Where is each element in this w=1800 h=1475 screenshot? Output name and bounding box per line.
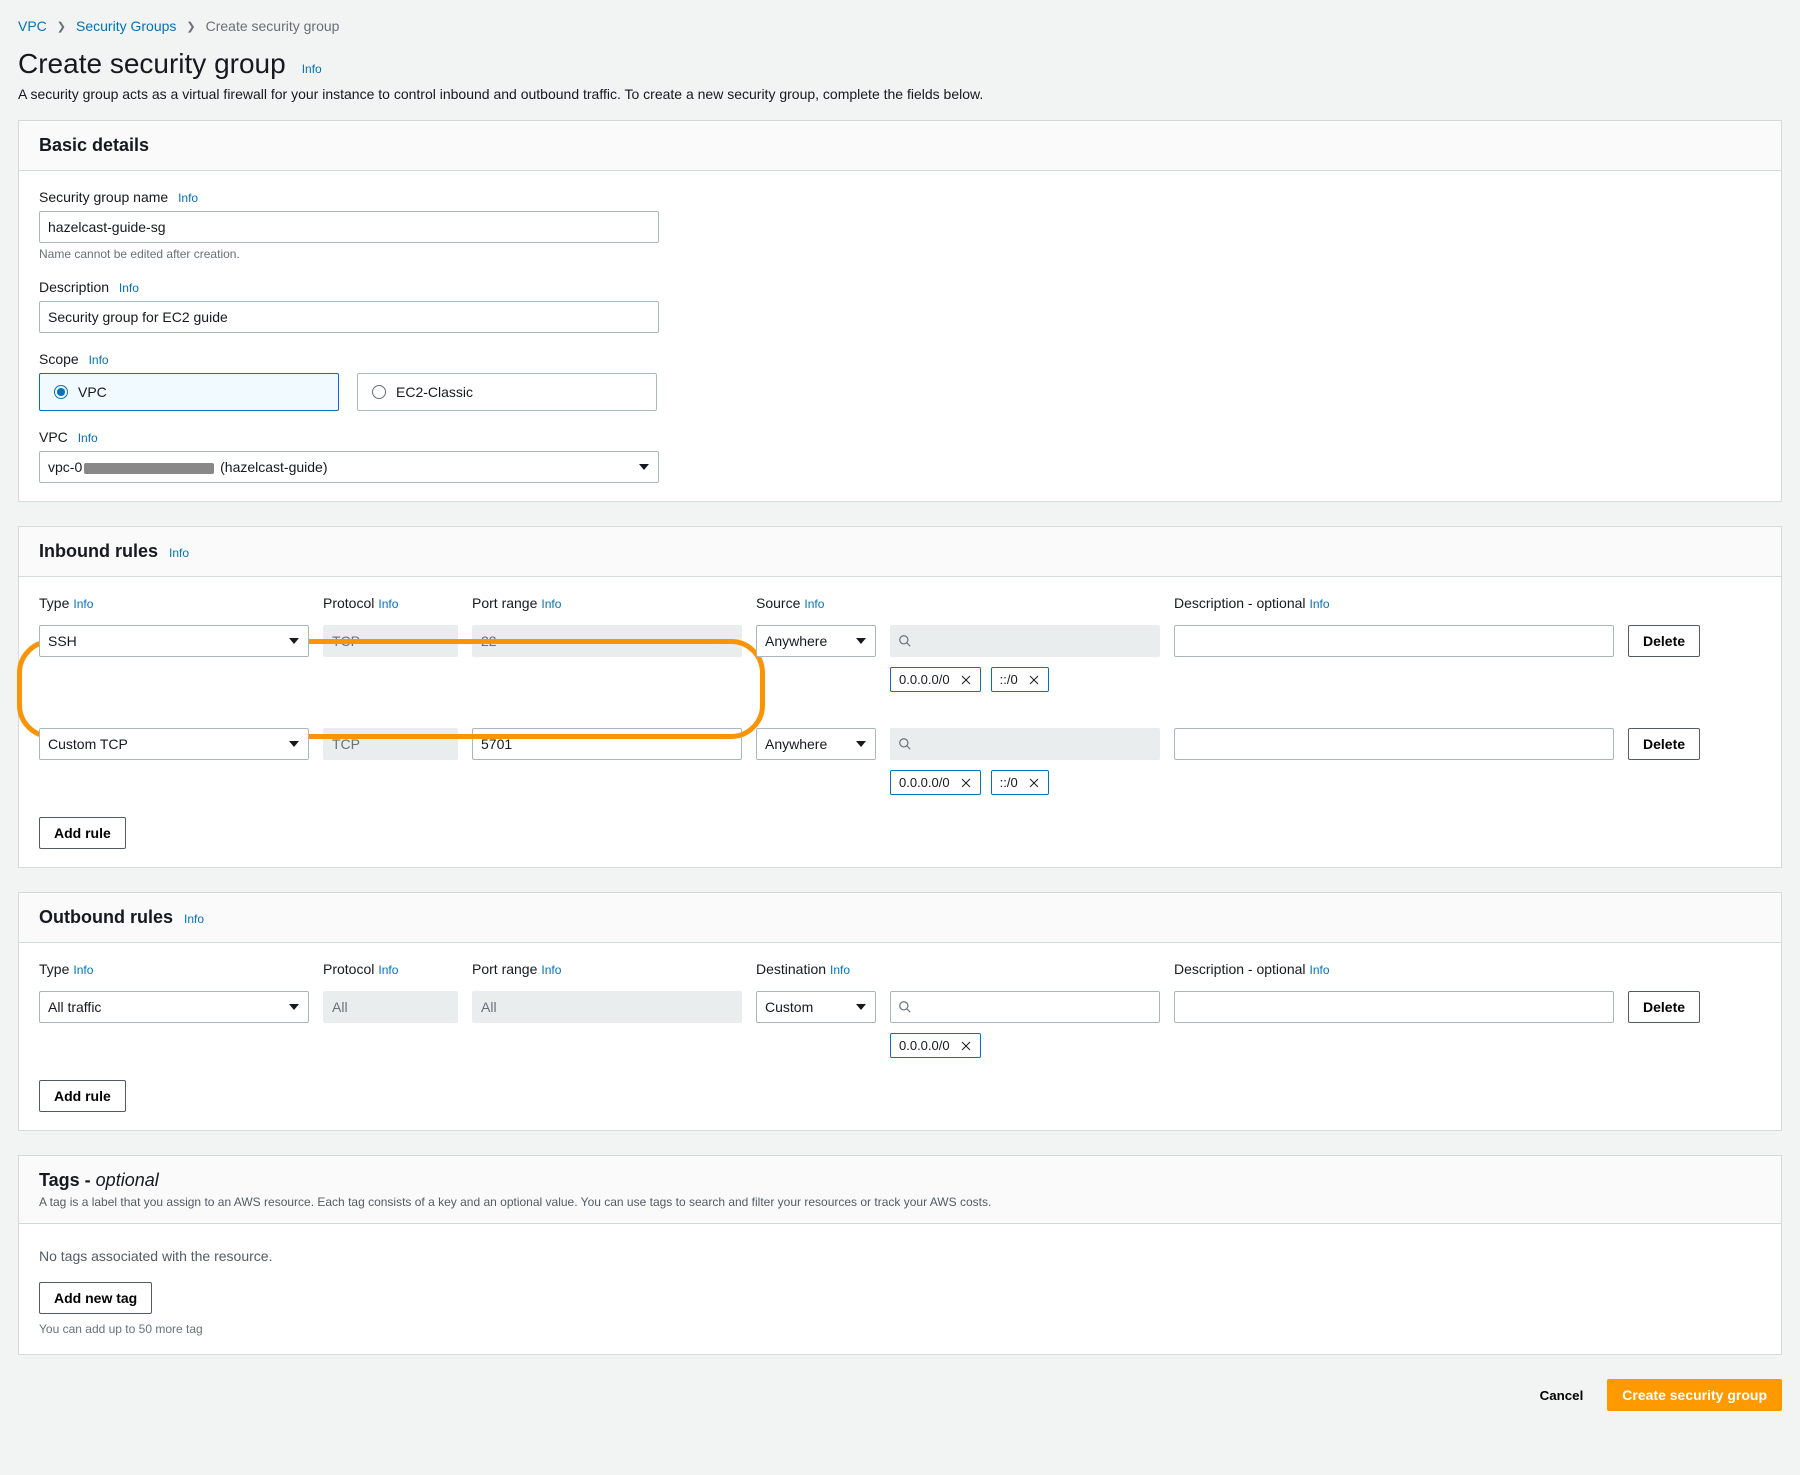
create-sg-button[interactable]: Create security group: [1607, 1379, 1782, 1411]
ocol-type: TypeInfo: [39, 961, 309, 977]
outbound-rules-panel: Outbound rules Info TypeInfo ProtocolInf…: [18, 892, 1782, 1131]
add-new-tag-button[interactable]: Add new tag: [39, 1282, 152, 1314]
tags-hint: A tag is a label that you assign to an A…: [39, 1195, 1761, 1209]
rule1-port: 22: [472, 625, 742, 657]
radio-icon: [372, 385, 386, 399]
search-icon: [898, 737, 912, 751]
rule2-delete-button[interactable]: Delete: [1628, 728, 1700, 760]
vpc-select-value: vpc-0 (hazelcast-guide): [48, 459, 328, 475]
scope-vpc-radio[interactable]: VPC: [39, 373, 339, 411]
orule1-desc-input[interactable]: [1174, 991, 1614, 1023]
scope-label: Scope Info: [39, 351, 1761, 367]
sg-desc-label: Description Info: [39, 279, 1761, 295]
col-desc: Description - optionalInfo: [1174, 595, 1614, 611]
col-source-info[interactable]: Info: [804, 597, 824, 611]
inbound-add-rule-button[interactable]: Add rule: [39, 817, 126, 849]
tags-panel: Tags - optional A tag is a label that yo…: [18, 1155, 1782, 1355]
basic-details-header: Basic details: [19, 121, 1781, 171]
rule2-cidr-1: ::/0: [991, 770, 1049, 795]
ocol-desc: Description - optionalInfo: [1174, 961, 1614, 977]
page-title: Create security group Info: [18, 48, 1782, 80]
scope-info[interactable]: Info: [89, 353, 109, 367]
search-icon: [898, 1000, 912, 1014]
rule1-type-select[interactable]: SSH: [39, 625, 309, 657]
tags-header: Tags - optional A tag is a label that yo…: [19, 1156, 1781, 1224]
ocol-dest: DestinationInfo: [756, 961, 876, 977]
col-protocol: ProtocolInfo: [323, 595, 458, 611]
chevron-right-icon: ❯: [57, 20, 66, 33]
rule2-port-input[interactable]: [472, 728, 742, 760]
radio-icon: [54, 385, 68, 399]
rule2-source-search[interactable]: [890, 728, 1160, 760]
chevron-right-icon: ❯: [186, 20, 195, 33]
rule1-desc-input[interactable]: [1174, 625, 1614, 657]
breadcrumb: VPC ❯ Security Groups ❯ Create security …: [18, 18, 1782, 34]
inbound-info[interactable]: Info: [169, 546, 189, 560]
orule1-cidr-0: 0.0.0.0/0: [890, 1033, 981, 1058]
close-icon[interactable]: [960, 674, 972, 686]
outbound-info[interactable]: Info: [184, 912, 204, 926]
col-port: Port rangeInfo: [472, 595, 742, 611]
rule1-source-search[interactable]: [890, 625, 1160, 657]
rule1-cidr-0: 0.0.0.0/0: [890, 667, 981, 692]
title-info-link[interactable]: Info: [302, 62, 322, 76]
sg-name-hint: Name cannot be edited after creation.: [39, 247, 1761, 261]
breadcrumb-security-groups[interactable]: Security Groups: [76, 18, 176, 34]
tags-empty-text: No tags associated with the resource.: [39, 1248, 1761, 1264]
sg-desc-input[interactable]: [39, 301, 659, 333]
outbound-add-rule-button[interactable]: Add rule: [39, 1080, 126, 1112]
close-icon[interactable]: [1028, 777, 1040, 789]
rule1-source-select[interactable]: Anywhere: [756, 625, 876, 657]
breadcrumb-vpc[interactable]: VPC: [18, 18, 47, 34]
scope-ec2classic-radio[interactable]: EC2-Classic: [357, 373, 657, 411]
sg-name-label: Security group name Info: [39, 189, 1761, 205]
vpc-id-redacted: [84, 463, 214, 474]
col-source: SourceInfo: [756, 595, 876, 611]
search-icon: [898, 634, 912, 648]
rule2-desc-input[interactable]: [1174, 728, 1614, 760]
close-icon[interactable]: [960, 777, 972, 789]
rule2-protocol: TCP: [323, 728, 458, 760]
scope-vpc-label: VPC: [78, 384, 107, 400]
cancel-button[interactable]: Cancel: [1526, 1379, 1598, 1411]
rule2-type-select[interactable]: Custom TCP: [39, 728, 309, 760]
page-subtitle: A security group acts as a virtual firew…: [18, 86, 1782, 102]
rule2-source-select[interactable]: Anywhere: [756, 728, 876, 760]
rule2-cidr-0: 0.0.0.0/0: [890, 770, 981, 795]
orule1-protocol: All: [323, 991, 458, 1023]
outbound-rules-header: Outbound rules Info: [19, 893, 1781, 943]
inbound-rules-header: Inbound rules Info: [19, 527, 1781, 577]
sg-desc-info[interactable]: Info: [119, 281, 139, 295]
scope-classic-label: EC2-Classic: [396, 384, 473, 400]
rule1-delete-button[interactable]: Delete: [1628, 625, 1700, 657]
col-type-info[interactable]: Info: [73, 597, 93, 611]
breadcrumb-current: Create security group: [206, 18, 340, 34]
ocol-protocol: ProtocolInfo: [323, 961, 458, 977]
vpc-label: VPC Info: [39, 429, 1761, 445]
tags-limit: You can add up to 50 more tag: [39, 1322, 1761, 1336]
col-port-info[interactable]: Info: [541, 597, 561, 611]
inbound-rules-panel: Inbound rules Info TypeInfo ProtocolInfo…: [18, 526, 1782, 868]
orule1-port: All: [472, 991, 742, 1023]
col-desc-info[interactable]: Info: [1310, 597, 1330, 611]
orule1-dest-search[interactable]: [890, 991, 1160, 1023]
sg-name-input[interactable]: [39, 211, 659, 243]
basic-details-panel: Basic details Security group name Info N…: [18, 120, 1782, 502]
rule1-cidr-1: ::/0: [991, 667, 1049, 692]
sg-name-info[interactable]: Info: [178, 191, 198, 205]
orule1-delete-button[interactable]: Delete: [1628, 991, 1700, 1023]
close-icon[interactable]: [960, 1040, 972, 1052]
col-type: TypeInfo: [39, 595, 309, 611]
ocol-port: Port rangeInfo: [472, 961, 742, 977]
close-icon[interactable]: [1028, 674, 1040, 686]
vpc-select[interactable]: vpc-0 (hazelcast-guide): [39, 451, 659, 483]
vpc-info[interactable]: Info: [78, 431, 98, 445]
rule1-protocol: TCP: [323, 625, 458, 657]
orule1-dest-select[interactable]: Custom: [756, 991, 876, 1023]
orule1-type-select[interactable]: All traffic: [39, 991, 309, 1023]
col-protocol-info[interactable]: Info: [378, 597, 398, 611]
